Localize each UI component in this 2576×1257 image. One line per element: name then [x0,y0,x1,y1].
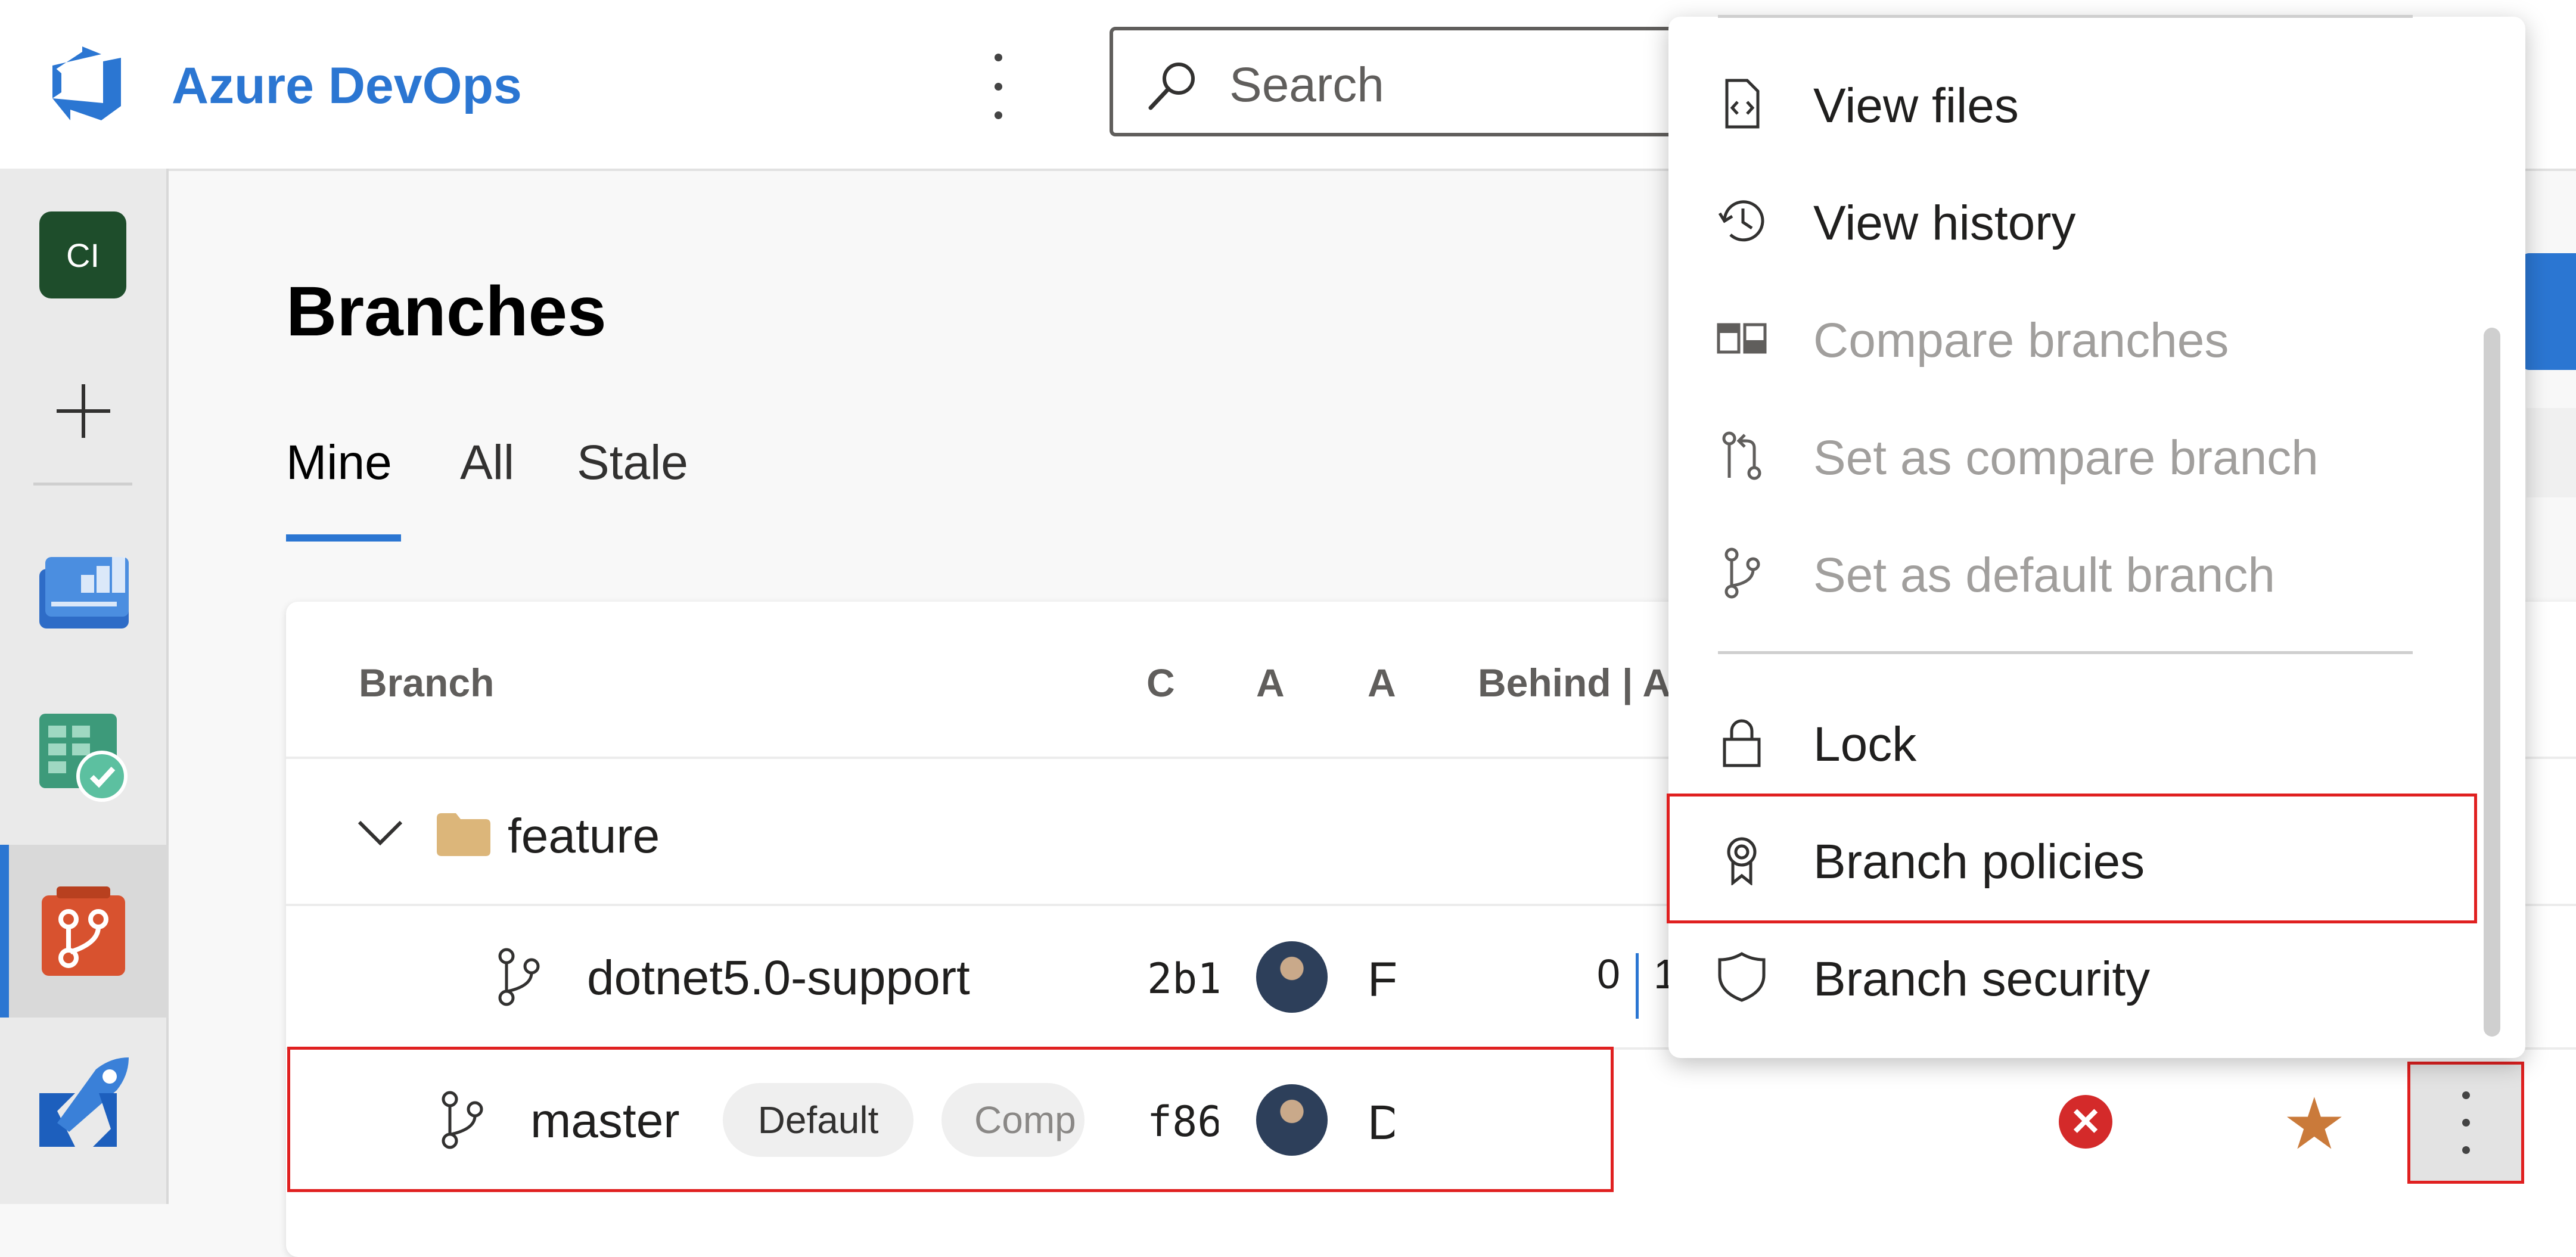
behind-ahead-divider [1636,953,1639,1019]
menu-item-compare-branches[interactable]: Compare branches [1668,280,2525,397]
project-avatar[interactable]: CI [39,211,126,298]
author-name: D [1368,1096,1394,1150]
column-header-behind-ahead[interactable]: Behind | A [1478,660,1671,705]
menu-item-branch-security[interactable]: Branch security [1668,919,2525,1035]
pipelines-icon[interactable] [39,1057,129,1147]
menu-item-lock[interactable]: Lock [1668,684,2525,801]
menu-item-label: Set as default branch [1813,548,2275,602]
branch-name[interactable]: dotnet5.0-support [587,950,970,1006]
nav-active-indicator [0,845,9,1018]
favorite-star-icon[interactable]: ★ [2282,1083,2347,1166]
menu-separator [1718,15,2413,18]
column-header-authored-date[interactable]: A [1368,660,1396,705]
menu-item-branch-policies[interactable]: Branch policies [1668,801,2525,918]
branch-name[interactable]: master [530,1093,680,1149]
tab-stale[interactable]: Stale [577,435,688,491]
more-vertical-icon [2445,1091,2487,1154]
search-input[interactable]: Search [1110,27,1705,136]
filter-box[interactable] [2527,408,2576,497]
menu-item-label: Branch policies [1813,835,2145,889]
azure-devops-logo-icon[interactable] [46,45,124,122]
menu-item-set-default-branch[interactable]: Set as default branch [1668,515,2525,631]
add-icon[interactable] [54,381,113,441]
tab-mine[interactable]: Mine [286,435,392,491]
new-branch-button[interactable] [2522,253,2576,370]
commit-id[interactable]: 2b1 [1147,954,1219,1003]
compare-badge: Comp [941,1083,1085,1157]
default-badge: Default [723,1083,913,1157]
search-placeholder: Search [1229,58,1384,112]
history-icon [1718,200,1764,242]
page-title: Branches [286,272,607,351]
author-name: F [1368,953,1398,1007]
column-header-author[interactable]: A [1256,660,1285,705]
app-title[interactable]: Azure DevOps [172,57,522,116]
branch-icon [442,1091,483,1149]
nav-divider [33,483,132,486]
menu-item-label: Branch security [1813,952,2151,1006]
search-icon [1148,63,1195,110]
column-header-branch[interactable]: Branch [359,660,494,705]
lock-icon [1723,719,1761,767]
folder-name[interactable]: feature [508,808,660,864]
policy-badge-icon [1727,837,1757,885]
chevron-down-icon[interactable] [356,816,404,852]
repos-icon[interactable] [42,886,125,976]
tab-all[interactable]: All [460,435,514,491]
menu-scrollbar[interactable] [2484,328,2500,1037]
behind-count: 0 [1597,951,1620,997]
menu-separator [1718,651,2413,654]
branch-icon [1724,547,1760,599]
left-navigation [0,169,169,1204]
more-options-icon[interactable] [977,54,1019,119]
menu-item-label: Lock [1813,717,1917,771]
code-file-icon [1725,79,1760,129]
boards-icon[interactable] [39,714,129,803]
branch-icon [498,948,540,1006]
menu-item-label: Set as compare branch [1813,431,2319,485]
compare-icon [1717,323,1767,354]
shield-icon [1718,952,1766,1002]
build-failed-icon[interactable]: ✕ [2059,1095,2112,1149]
compare-branch-icon [1722,431,1761,480]
menu-item-label: View files [1813,79,2019,133]
author-avatar [1256,941,1328,1013]
more-actions-button[interactable] [2407,1062,2524,1184]
column-header-commit[interactable]: C [1146,660,1175,705]
menu-item-label: View history [1813,196,2076,250]
menu-item-label: Compare branches [1813,313,2229,368]
overview-icon[interactable] [39,545,129,628]
menu-item-set-compare-branch[interactable]: Set as compare branch [1668,397,2525,514]
selected-tab-indicator [286,534,401,542]
commit-id[interactable]: f86 [1147,1097,1219,1146]
menu-item-view-history[interactable]: View history [1668,163,2525,279]
folder-icon [437,813,490,856]
menu-item-view-files[interactable]: View files [1668,45,2525,162]
author-avatar [1256,1084,1328,1156]
